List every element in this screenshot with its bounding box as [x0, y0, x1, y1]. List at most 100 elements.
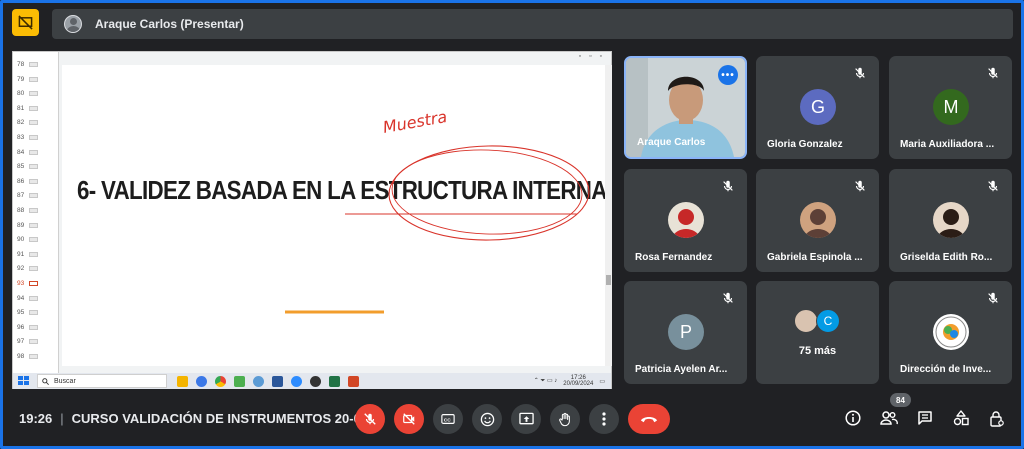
slide-thumbnail-preview	[29, 164, 38, 170]
participant-name: Gabriela Espinola ...	[767, 252, 863, 263]
slide-thumbnail[interactable]: 80	[13, 87, 59, 102]
slide-thumbnail[interactable]: 96	[13, 321, 59, 336]
slide-thumbnail-number: 83	[17, 134, 25, 141]
slide: 6- VALIDEZ BASADA EN LA ESTRUCTURA INTER…	[62, 65, 607, 366]
slide-thumbnail-number: 90	[17, 236, 25, 244]
search-icon	[42, 377, 49, 385]
slide-thumbnail[interactable]: 97	[13, 335, 59, 350]
slide-thumbnail[interactable]: 88	[13, 204, 59, 219]
slide-thumbnail-preview	[29, 105, 38, 111]
start-icon[interactable]	[18, 376, 30, 386]
slide-thumbnail-number: 93	[17, 280, 25, 287]
app-icon-2[interactable]	[253, 375, 264, 387]
slide-thumbnail[interactable]: 91	[13, 248, 59, 263]
slide-thumbnail[interactable]: 89	[13, 219, 59, 234]
slide-thumbnail[interactable]: 83	[13, 131, 59, 146]
slide-thumbnail[interactable]: 87	[13, 189, 59, 204]
zoom-icon[interactable]	[291, 375, 302, 387]
slide-thumbnail[interactable]: 86	[13, 175, 59, 190]
participant-tile[interactable]: Griselda Edith Ro...	[889, 169, 1012, 272]
reactions-button[interactable]	[472, 404, 502, 434]
mic-muted-icon	[986, 66, 1000, 80]
slide-thumbnail-preview	[29, 149, 38, 155]
slide-thumbnail-preview	[29, 295, 38, 301]
slide-thumbnail-number: 85	[17, 163, 25, 171]
window-controls[interactable]: ▫ ▫ ▫	[579, 53, 605, 60]
present-button[interactable]	[511, 404, 541, 434]
slide-scrollbar[interactable]	[605, 65, 612, 366]
host-controls-button[interactable]	[987, 408, 1007, 428]
avatar-initial: P	[679, 321, 692, 342]
slide-thumbnail[interactable]: 95	[13, 306, 59, 321]
bottom-bar: 19:26 | CURSO VALIDACIÓN DE INSTRUMENTOS 2…	[0, 400, 1024, 440]
edge-icon[interactable]	[196, 375, 207, 387]
slide-thumbnail[interactable]: 85	[13, 160, 59, 175]
ink-annotations: Muestra	[285, 107, 590, 314]
tile-options-icon[interactable]: •••	[718, 65, 738, 85]
more-options-button[interactable]	[589, 404, 619, 434]
app-icon[interactable]	[234, 375, 245, 387]
tray-icons[interactable]: ⌃ ⏷ ▭ ♪	[534, 377, 558, 385]
excel-icon[interactable]	[329, 375, 340, 387]
slide-thumbnail-preview	[29, 178, 38, 184]
chat-button[interactable]	[915, 408, 935, 428]
notification-icon[interactable]: ▭	[599, 378, 605, 385]
microphone-button[interactable]	[355, 404, 385, 434]
participant-tile[interactable]: G Gloria Gonzalez	[756, 56, 879, 159]
slide-thumbnail-preview	[29, 310, 38, 316]
people-button[interactable]	[879, 408, 899, 428]
captions-button[interactable]: CC	[433, 404, 463, 434]
slide-thumbnail-number: 80	[17, 90, 25, 98]
activities-button[interactable]	[951, 408, 971, 428]
slide-thumbnail[interactable]: 92	[13, 262, 59, 277]
slide-thumbnail[interactable]: 81	[13, 102, 59, 117]
overflow-avatar-initial: C	[816, 309, 840, 333]
powerpoint-icon[interactable]	[348, 375, 359, 387]
slide-thumbnail[interactable]: 93	[13, 277, 59, 292]
slide-thumbnail[interactable]: 82	[13, 116, 59, 131]
participant-name: Araque Carlos	[637, 137, 706, 148]
slide-thumbnail-number: 96	[17, 323, 25, 331]
camera-button[interactable]	[394, 404, 424, 434]
participant-tile[interactable]: Rosa Fernandez	[624, 169, 747, 272]
slide-thumbnail[interactable]: 78	[13, 58, 59, 73]
raise-hand-button[interactable]	[550, 404, 580, 434]
hand-icon	[559, 412, 570, 426]
slide-thumbnail[interactable]: 94	[13, 292, 59, 307]
meeting-details-button[interactable]	[843, 408, 863, 428]
slide-thumbnail-number: 97	[17, 338, 25, 346]
participant-tile[interactable]: M Maria Auxiliadora ...	[889, 56, 1012, 159]
slide-thumbnail[interactable]: 98	[13, 350, 59, 365]
leave-call-button[interactable]	[628, 404, 670, 434]
participant-tile[interactable]: P Patricia Ayelen Ar...	[624, 281, 747, 384]
slide-thumbnail-preview	[29, 266, 38, 272]
more-participants-tile[interactable]: C 75 más	[756, 281, 879, 384]
slide-thumbnail-preview	[29, 135, 38, 140]
participant-tile[interactable]: Gabriela Espinola ...	[756, 169, 879, 272]
slide-thumbnail-preview	[29, 251, 38, 257]
word-icon[interactable]	[272, 375, 283, 387]
top-bar: Araque Carlos (Presentar)	[12, 9, 1013, 39]
shared-screen[interactable]: 78 79 80 81 82 83 84 85 86 87 88 89 90 91 92 93 94 95 96 97…	[12, 51, 612, 389]
taskbar-clock[interactable]: 17:26 20/09/2024	[563, 375, 593, 387]
participant-tile[interactable]: ••• Araque Carlos	[624, 56, 747, 159]
slide-thumbnail-number: 98	[17, 353, 25, 360]
participant-name: Dirección de Inve...	[900, 364, 992, 375]
app-icon-3[interactable]	[310, 375, 321, 387]
file-explorer-icon[interactable]	[177, 375, 188, 387]
stop-presenting-icon[interactable]	[12, 9, 39, 36]
mic-muted-icon	[721, 179, 735, 193]
activities-icon	[953, 410, 969, 426]
chrome-icon[interactable]	[215, 375, 226, 387]
participant-avatar	[800, 202, 836, 238]
presenter-bar: Araque Carlos (Presentar)	[52, 9, 1013, 39]
emoji-icon	[480, 412, 494, 426]
taskbar-search[interactable]: Buscar	[37, 374, 167, 388]
avatar-initial: M	[943, 96, 959, 117]
slide-thumbnail[interactable]: 90	[13, 233, 59, 248]
participant-tile[interactable]: Dirección de Inve...	[889, 281, 1012, 384]
more-participants-count: 75 más	[798, 345, 837, 357]
slide-thumbnail[interactable]: 79	[13, 73, 59, 88]
slide-thumbnail[interactable]: 84	[13, 146, 59, 161]
slide-thumbnail-strip[interactable]: 78 79 80 81 82 83 84 85 86 87 88 89 90 91 92 93 94 95 96 97…	[13, 52, 59, 374]
